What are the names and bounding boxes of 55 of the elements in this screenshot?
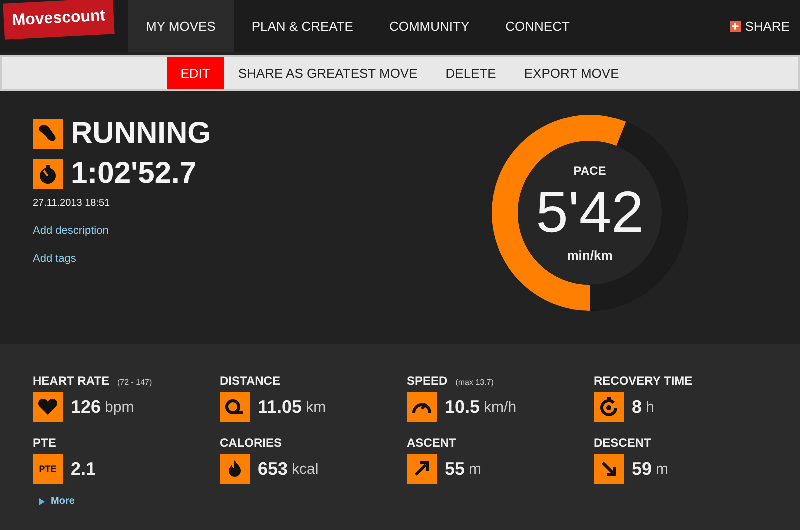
pte-badge: PTE [33, 454, 63, 484]
stat-label: DISTANCE [220, 374, 280, 388]
stat-label: SPEED [407, 374, 448, 388]
arrow-up-right-icon [407, 454, 437, 484]
nav-tab[interactable]: CONNECT [488, 0, 588, 52]
stat-value: 59 [632, 458, 652, 480]
add-link[interactable]: Add tags [33, 253, 211, 265]
pace-value: 5'42 [536, 178, 644, 246]
stat-label: ASCENT [407, 436, 456, 450]
stat-label: RECOVERY TIME [594, 374, 693, 388]
more-link[interactable]: More [39, 496, 75, 507]
stat-label: CALORIES [220, 436, 282, 450]
speedometer-icon [407, 392, 437, 422]
stat-label: HEART RATE [33, 374, 110, 388]
stat-value: 2.1 [71, 458, 96, 480]
stat-label: DESCENT [594, 436, 652, 450]
stat-unit: bpm [105, 398, 134, 416]
arrow-down-right-icon [594, 454, 624, 484]
nav-tab[interactable]: COMMUNITY [371, 0, 488, 52]
stat-value: 10.5 [445, 396, 480, 418]
logo[interactable]: Movescount [3, 0, 115, 40]
stat-unit: h [646, 398, 654, 416]
add-link[interactable]: Add description [33, 225, 211, 237]
expand-triangle-icon [39, 498, 45, 506]
action-tab[interactable]: EDIT [166, 57, 224, 89]
recovery-icon [594, 392, 624, 422]
nav-tab[interactable]: MY MOVES [128, 0, 234, 52]
stat-label: PTE [33, 436, 56, 450]
action-tab[interactable]: SHARE AS GREATEST MOVE [224, 57, 432, 89]
stat-unit: m [656, 460, 669, 478]
move-date: 27.11.2013 18:51 [33, 198, 112, 209]
gauge-label: PACE [574, 164, 606, 178]
duration: 1:02'52.7 [71, 157, 197, 191]
action-tab[interactable]: EXPORT MOVE [510, 57, 634, 89]
stat-range: (max 13.7) [456, 378, 494, 387]
action-tab[interactable]: DELETE [432, 57, 510, 89]
stat-value: 8 [632, 396, 642, 418]
stat-value: 653 [258, 458, 288, 480]
share-button[interactable]: SHARE [730, 18, 800, 34]
pace-unit: min/km [567, 248, 613, 262]
stat-unit: km/h [484, 398, 517, 416]
nav-tab[interactable]: PLAN & CREATE [234, 0, 372, 52]
plus-icon [730, 20, 742, 32]
stat-value: 11.05 [258, 396, 302, 418]
stat-value: 126 [71, 396, 102, 418]
flame-icon [220, 454, 250, 484]
stat-unit: kcal [292, 460, 319, 478]
stopwatch-icon [33, 159, 63, 189]
stat-range: (72 - 147) [117, 378, 152, 387]
sport-name: RUNNING [71, 117, 211, 151]
shoe-icon [33, 119, 63, 149]
stat-unit: m [469, 460, 482, 478]
stat-value: 55 [445, 458, 466, 480]
stat-unit: km [306, 398, 326, 416]
tape-measure-icon [220, 392, 250, 422]
